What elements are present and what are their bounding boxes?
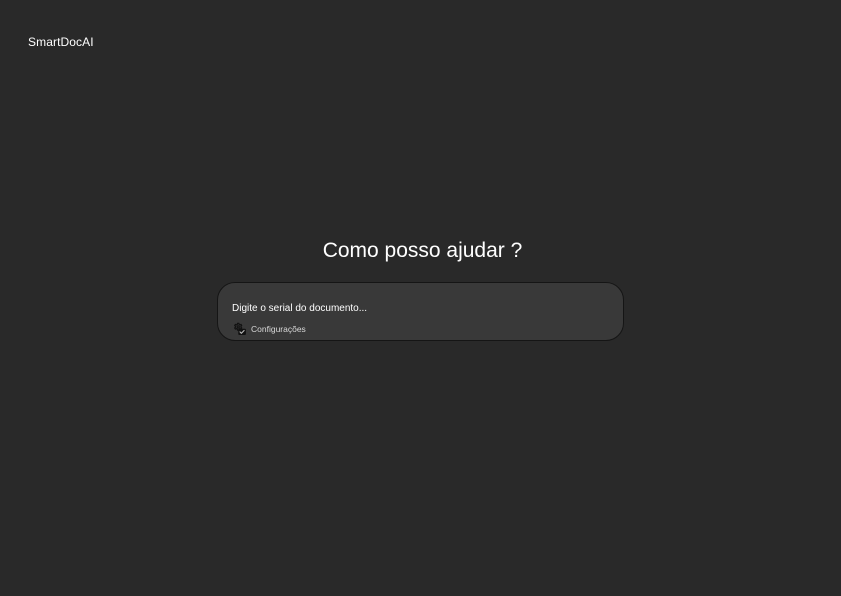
page-headline: Como posso ajudar ? <box>322 239 523 262</box>
serial-prompt-box: Configurações <box>217 282 624 341</box>
settings-gear-icon <box>233 322 247 336</box>
settings-label: Configurações <box>251 324 306 334</box>
settings-button[interactable]: Configurações <box>233 322 306 336</box>
app-brand-logo: SmartDocAI <box>28 35 94 49</box>
serial-input[interactable] <box>232 301 602 317</box>
